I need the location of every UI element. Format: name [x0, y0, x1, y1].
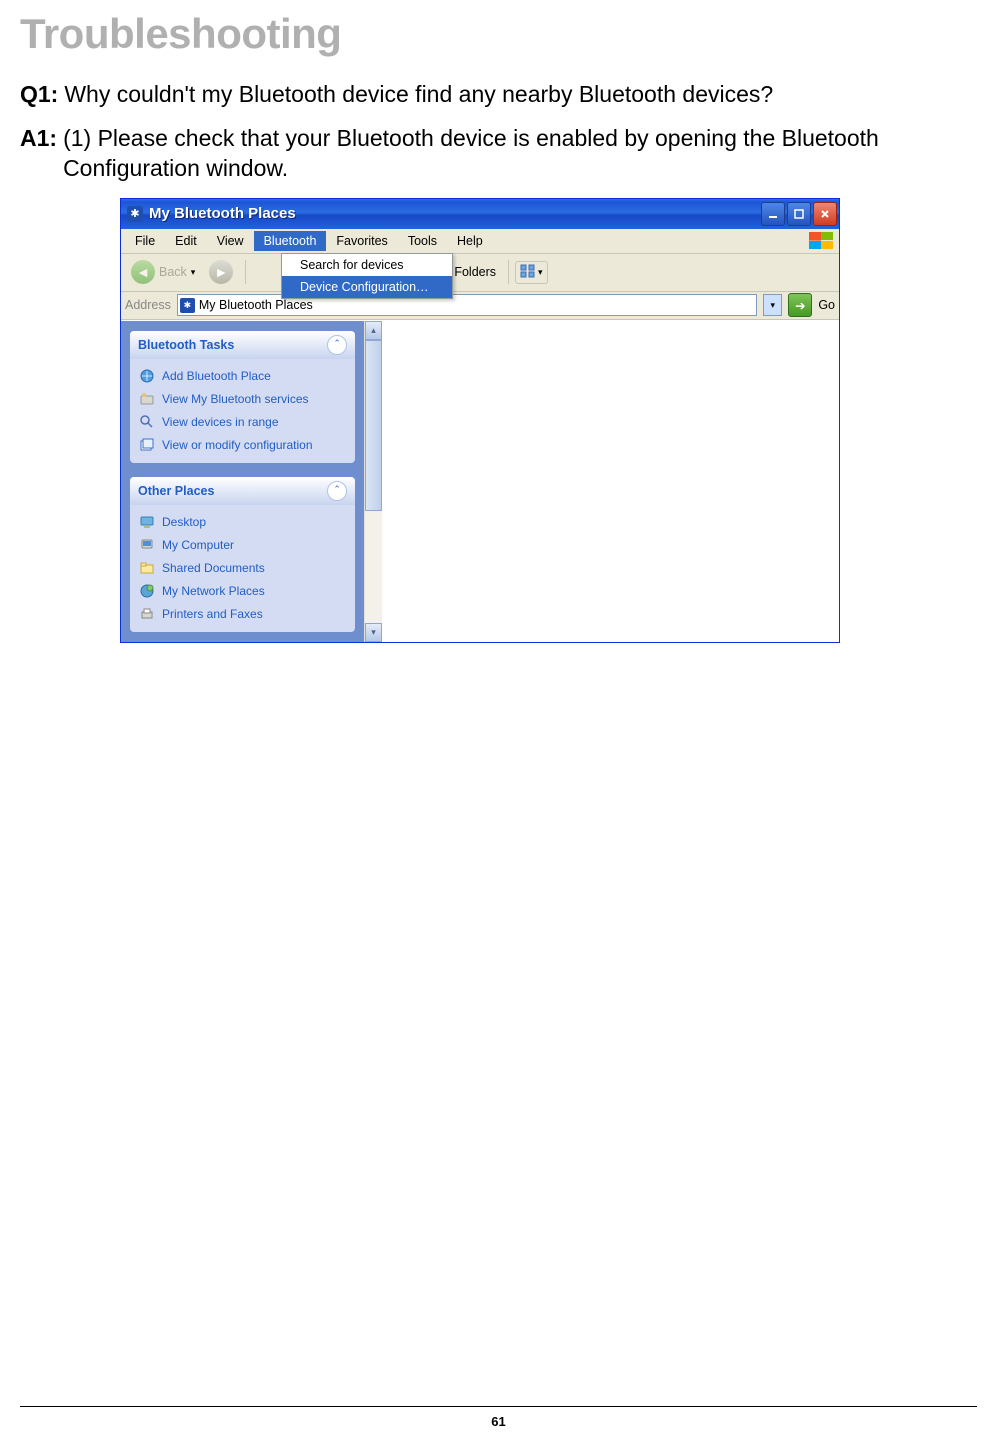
panel-bluetooth-tasks: Bluetooth Tasks ˆ Add Bluetooth Place: [130, 331, 355, 463]
scroll-track[interactable]: [365, 340, 382, 623]
windows-flag-icon: [809, 232, 835, 250]
toolbar-separator: [245, 260, 246, 284]
task-label: Desktop: [162, 515, 206, 529]
main-pane: [382, 321, 839, 642]
scroll-up-button[interactable]: ▴: [365, 321, 382, 340]
page-number: 61: [0, 1414, 997, 1429]
view-mode-button[interactable]: ▾: [515, 261, 548, 284]
printer-icon: [138, 606, 155, 623]
view-dropdown-icon: ▾: [538, 267, 543, 278]
toolbar: ◄ Back ▾ ► Folders ▾: [121, 254, 839, 292]
collapse-icon[interactable]: ˆ: [327, 335, 347, 355]
a1-text: (1) Please check that your Bluetooth dev…: [63, 124, 977, 184]
address-path: My Bluetooth Places: [199, 298, 313, 312]
forward-arrow-icon: ►: [209, 260, 233, 284]
q1-label: Q1:: [20, 80, 58, 110]
footer-divider: [20, 1406, 977, 1407]
task-view-services[interactable]: View My Bluetooth services: [138, 388, 347, 411]
window-title: My Bluetooth Places: [149, 205, 761, 222]
menu-item-device-configuration[interactable]: Device Configuration…: [282, 276, 452, 298]
config-icon: [138, 437, 155, 454]
go-button[interactable]: ➔: [788, 293, 812, 317]
task-label: View My Bluetooth services: [162, 392, 309, 406]
addressbar: Address ✱ My Bluetooth Places ▾ ➔ Go: [121, 292, 839, 320]
answer-row: A1: (1) Please check that your Bluetooth…: [20, 124, 977, 184]
services-icon: [138, 391, 155, 408]
search-icon: [138, 414, 155, 431]
menubar: File Edit View Bluetooth Favorites Tools…: [121, 229, 839, 254]
back-arrow-icon: ◄: [131, 260, 155, 284]
folders-label: Folders: [454, 265, 496, 279]
a1-label: A1:: [20, 124, 57, 184]
bluetooth-icon: ✱: [127, 206, 143, 222]
view-tiles-icon: [520, 264, 536, 281]
task-label: View devices in range: [162, 415, 279, 429]
place-printers-faxes[interactable]: Printers and Faxes: [138, 603, 347, 626]
task-label: My Computer: [162, 538, 234, 552]
back-dropdown-icon: ▾: [191, 267, 196, 278]
maximize-button[interactable]: [787, 202, 811, 226]
go-label: Go: [818, 298, 835, 312]
content-area: Bluetooth Tasks ˆ Add Bluetooth Place: [121, 320, 839, 642]
explorer-window: ✱ My Bluetooth Places File Edit View Blu…: [120, 198, 840, 643]
sidebar-scrollbar[interactable]: ▴ ▾: [364, 321, 382, 642]
address-dropdown-button[interactable]: ▾: [763, 294, 782, 316]
panel-other-places: Other Places ˆ Desktop: [130, 477, 355, 632]
back-label: Back: [159, 265, 187, 279]
task-label: Add Bluetooth Place: [162, 369, 271, 383]
menu-view[interactable]: View: [207, 231, 254, 251]
go-arrow-icon: ➔: [795, 298, 805, 313]
menu-bluetooth[interactable]: Bluetooth: [254, 231, 327, 251]
menu-file[interactable]: File: [125, 231, 165, 251]
place-my-computer[interactable]: My Computer: [138, 534, 347, 557]
task-label: Printers and Faxes: [162, 607, 263, 621]
address-input[interactable]: ✱ My Bluetooth Places: [177, 294, 757, 316]
titlebar[interactable]: ✱ My Bluetooth Places: [121, 199, 839, 229]
task-label: My Network Places: [162, 584, 265, 598]
task-label: Shared Documents: [162, 561, 265, 575]
page-heading: Troubleshooting: [20, 10, 977, 58]
task-label: View or modify configuration: [162, 438, 313, 452]
folder-icon: [138, 560, 155, 577]
toolbar-separator: [508, 260, 509, 284]
collapse-icon[interactable]: ˆ: [327, 481, 347, 501]
back-button[interactable]: ◄ Back ▾: [125, 257, 201, 287]
menu-help[interactable]: Help: [447, 231, 493, 251]
globe-icon: [138, 368, 155, 385]
desktop-icon: [138, 514, 155, 531]
bluetooth-menu-dropdown: Search for devices Device Configuration…: [281, 253, 453, 299]
computer-icon: [138, 537, 155, 554]
menu-favorites[interactable]: Favorites: [326, 231, 397, 251]
screenshot: ✱ My Bluetooth Places File Edit View Blu…: [120, 198, 977, 643]
menu-edit[interactable]: Edit: [165, 231, 207, 251]
place-network-places[interactable]: My Network Places: [138, 580, 347, 603]
menu-tools[interactable]: Tools: [398, 231, 447, 251]
minimize-button[interactable]: [761, 202, 785, 226]
q1-text: Why couldn't my Bluetooth device find an…: [64, 80, 773, 110]
network-icon: [138, 583, 155, 600]
close-button[interactable]: [813, 202, 837, 226]
scroll-down-button[interactable]: ▾: [365, 623, 382, 642]
task-view-configuration[interactable]: View or modify configuration: [138, 434, 347, 457]
place-desktop[interactable]: Desktop: [138, 511, 347, 534]
menu-item-search-devices[interactable]: Search for devices: [282, 254, 452, 276]
panel-title: Bluetooth Tasks: [138, 338, 234, 352]
task-view-devices[interactable]: View devices in range: [138, 411, 347, 434]
task-add-bluetooth-place[interactable]: Add Bluetooth Place: [138, 365, 347, 388]
sidebar: Bluetooth Tasks ˆ Add Bluetooth Place: [121, 321, 364, 642]
panel-header[interactable]: Bluetooth Tasks ˆ: [130, 331, 355, 359]
panel-header[interactable]: Other Places ˆ: [130, 477, 355, 505]
forward-button[interactable]: ►: [203, 257, 239, 287]
address-bluetooth-icon: ✱: [180, 298, 195, 313]
address-label: Address: [125, 298, 171, 312]
question-row: Q1: Why couldn't my Bluetooth device fin…: [20, 80, 977, 110]
scroll-thumb[interactable]: [365, 340, 382, 512]
panel-title: Other Places: [138, 484, 214, 498]
place-shared-documents[interactable]: Shared Documents: [138, 557, 347, 580]
